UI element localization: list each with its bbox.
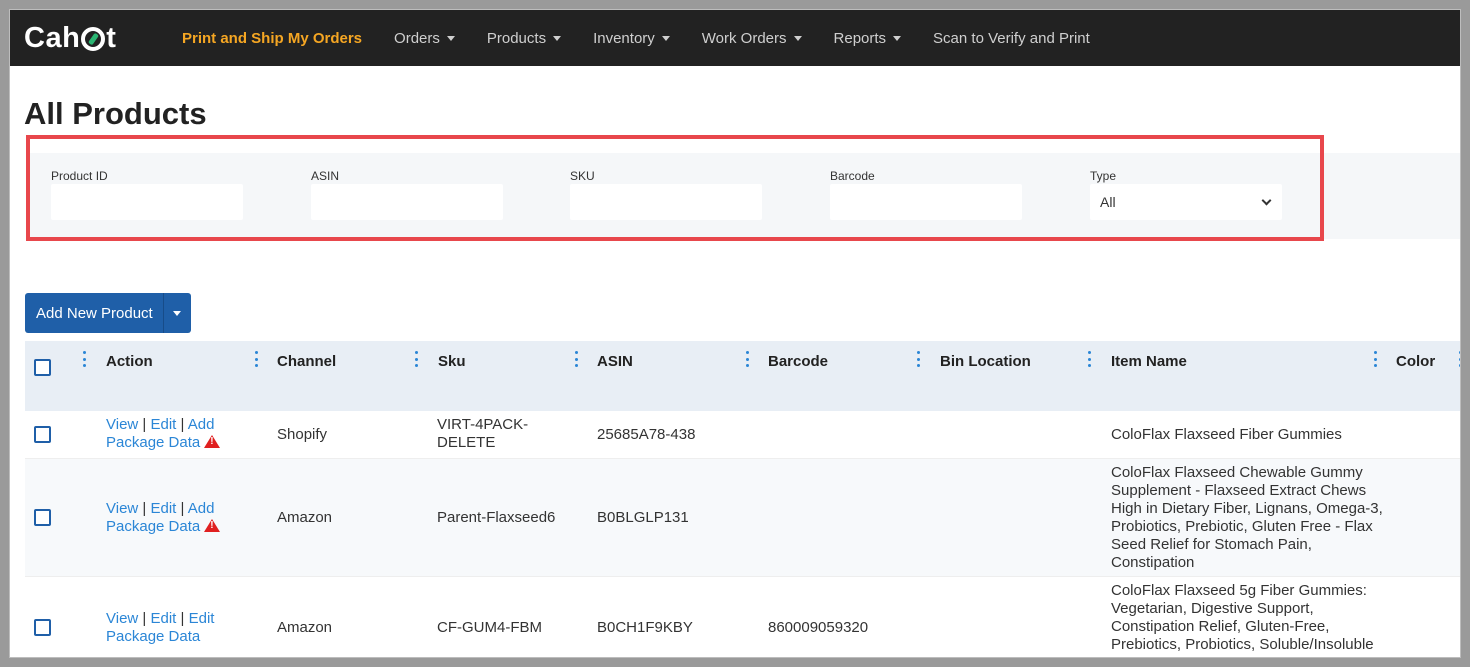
logo-ring-icon <box>81 26 106 51</box>
nav-products[interactable]: Products <box>486 29 562 47</box>
caret-down-icon <box>893 35 902 41</box>
action-separator: | <box>180 500 185 517</box>
column-menu-icon[interactable] <box>1088 351 1092 367</box>
link-text: Package Data <box>106 518 201 535</box>
filter-highlight-box <box>26 135 1324 241</box>
sku-cell: CF-GUM4-FBM <box>437 619 542 636</box>
column-header-item-name[interactable]: Item Name <box>1111 353 1187 370</box>
add-new-product-split-button: Add New Product <box>25 293 191 333</box>
table-row: View | Edit | Add Package Data Shopify V… <box>25 411 1460 459</box>
warning-icon <box>204 519 221 532</box>
item-name-cell: ColoFlax Flaxseed Fiber Gummies <box>1111 426 1342 443</box>
nav-inventory[interactable]: Inventory <box>593 30 670 47</box>
table-header: Action Channel Sku ASIN Barcode Bin Loca… <box>25 341 1460 411</box>
asin-cell: B0CH1F9KBY <box>597 619 693 636</box>
channel-cell: Shopify <box>277 426 328 443</box>
action-separator: | <box>142 610 147 627</box>
nav-orders[interactable]: Orders <box>394 30 455 47</box>
edit-link[interactable]: Edit <box>151 416 177 433</box>
edit-link[interactable]: Edit <box>151 610 177 627</box>
nav-scan-to-verify[interactable]: Scan to Verify and Print <box>933 30 1090 47</box>
asin-cell: B0BLGLP131 <box>597 509 689 526</box>
cahoot-logo[interactable]: Cah t <box>24 22 116 55</box>
column-menu-icon[interactable] <box>575 351 579 367</box>
row-checkbox[interactable] <box>34 509 51 526</box>
barcode-cell: 860009059320 <box>768 619 869 636</box>
action-separator: | <box>180 610 185 627</box>
sku-cell: Parent-Flaxseed6 <box>437 509 556 526</box>
table-row: View | Edit | Add Package Data Amazon Pa… <box>25 459 1460 577</box>
link-text: Add <box>187 416 215 433</box>
add-product-dropdown-toggle[interactable] <box>164 293 191 333</box>
view-link[interactable]: View <box>106 500 138 517</box>
nav-label: Work Orders <box>701 29 787 47</box>
column-menu-icon[interactable] <box>255 351 259 367</box>
caret-down-icon <box>553 35 562 41</box>
nav-label: Orders <box>394 29 440 47</box>
action-separator: | <box>142 500 147 517</box>
logo-text-suffix: t <box>106 22 117 54</box>
nav-menu: Print and Ship My Orders Orders Products… <box>182 10 1122 66</box>
column-header-barcode[interactable]: Barcode <box>768 353 828 370</box>
nav-label: Products <box>486 29 547 47</box>
table-row: View | Edit | Edit Package Data Amazon C… <box>25 577 1460 657</box>
column-header-color[interactable]: Color <box>1396 353 1435 370</box>
nav-label: Inventory <box>593 29 655 47</box>
column-menu-icon[interactable] <box>415 351 419 367</box>
column-menu-icon[interactable] <box>746 351 750 367</box>
column-header-channel[interactable]: Channel <box>277 353 336 370</box>
row-checkbox[interactable] <box>34 426 51 443</box>
nav-print-and-ship[interactable]: Print and Ship My Orders <box>182 30 362 47</box>
top-navbar: Cah t Print and Ship My Orders Orders Pro… <box>10 10 1460 66</box>
link-text: Edit <box>188 610 215 627</box>
column-header-asin[interactable]: ASIN <box>597 353 633 370</box>
caret-down-icon <box>173 310 182 316</box>
sku-cell: VIRT-4PACK-DELETE <box>437 416 529 451</box>
column-header-sku[interactable]: Sku <box>438 353 466 370</box>
row-actions: View | Edit | Edit Package Data <box>106 610 246 646</box>
logo-text-prefix: Cah <box>24 22 81 54</box>
page-title: All Products <box>24 96 207 131</box>
action-separator: | <box>180 416 185 433</box>
products-table: Action Channel Sku ASIN Barcode Bin Loca… <box>25 341 1460 657</box>
item-name-cell: ColoFlax Flaxseed 5g Fiber Gummies: Vege… <box>1111 582 1374 653</box>
row-actions: View | Edit | Add Package Data <box>106 500 246 536</box>
caret-down-icon <box>793 35 802 41</box>
select-all-checkbox[interactable] <box>34 359 51 376</box>
column-menu-icon[interactable] <box>1459 351 1460 367</box>
row-actions: View | Edit | Add Package Data <box>106 416 246 452</box>
caret-down-icon <box>446 35 455 41</box>
view-link[interactable]: View <box>106 416 138 433</box>
channel-cell: Amazon <box>277 619 333 636</box>
column-header-bin-location[interactable]: Bin Location <box>940 353 1031 370</box>
channel-cell: Amazon <box>277 509 333 526</box>
nav-label: Scan to Verify and Print <box>933 29 1090 47</box>
column-header-action[interactable]: Action <box>106 353 153 370</box>
column-menu-icon[interactable] <box>83 351 87 367</box>
action-separator: | <box>142 416 147 433</box>
edit-link[interactable]: Edit <box>151 500 177 517</box>
row-checkbox[interactable] <box>34 619 51 636</box>
caret-down-icon <box>661 35 670 41</box>
asin-cell: 25685A78-438 <box>597 426 696 443</box>
link-text: Package Data <box>106 434 201 451</box>
nav-work-orders[interactable]: Work Orders <box>702 30 802 47</box>
warning-icon <box>204 435 221 448</box>
add-new-product-button[interactable]: Add New Product <box>25 293 164 333</box>
column-menu-icon[interactable] <box>1374 351 1378 367</box>
column-menu-icon[interactable] <box>917 351 921 367</box>
link-text: Package Data <box>106 628 201 645</box>
add-new-product-label: Add New Product <box>36 304 153 322</box>
item-name-cell: ColoFlax Flaxseed Chewable Gummy Supplem… <box>1111 464 1383 571</box>
app-window: Cah t Print and Ship My Orders Orders Pro… <box>10 10 1460 657</box>
link-text: Add <box>187 500 215 517</box>
nav-label: Reports <box>833 29 887 47</box>
nav-label: Print and Ship My Orders <box>182 29 363 47</box>
nav-reports[interactable]: Reports <box>834 30 902 47</box>
view-link[interactable]: View <box>106 610 138 627</box>
